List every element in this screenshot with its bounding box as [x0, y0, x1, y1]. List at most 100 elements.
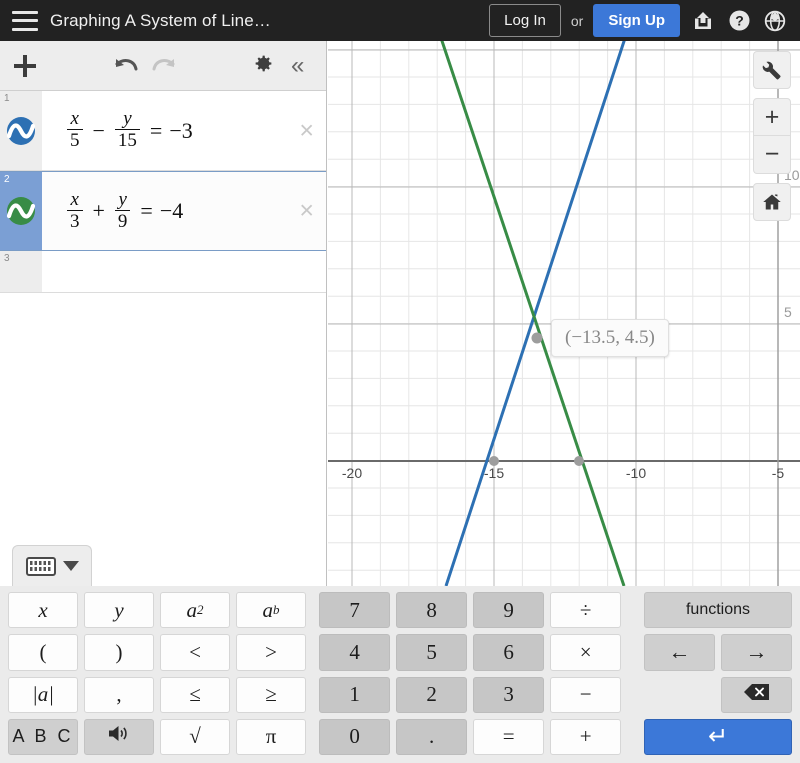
- key-4[interactable]: 4: [319, 634, 391, 671]
- key-pi[interactable]: π: [236, 718, 306, 755]
- expression-body-2[interactable]: x 3 + y 9 = −4 ×: [42, 172, 326, 250]
- page-title[interactable]: Graphing A System of Line…: [50, 11, 271, 31]
- share-icon[interactable]: [690, 8, 716, 34]
- hamburger-icon[interactable]: [12, 10, 38, 31]
- right-hand-side: −3: [169, 117, 193, 143]
- or-label: or: [570, 12, 584, 29]
- key-0[interactable]: 0: [319, 718, 391, 755]
- cursor-left-button[interactable]: ←: [644, 634, 715, 671]
- expression-body-1[interactable]: x 5 − y 15 = −3 ×: [42, 91, 326, 170]
- key-6[interactable]: 6: [473, 634, 545, 671]
- key-audio-trace[interactable]: [84, 718, 154, 755]
- key-decimal-point[interactable]: .: [396, 718, 468, 755]
- home-icon: [762, 192, 782, 212]
- operator-plus: +: [92, 198, 105, 223]
- expression-gutter-3[interactable]: 3: [0, 251, 42, 292]
- key-absolute-value[interactable]: |a|: [8, 676, 78, 713]
- collapse-panel-icon[interactable]: «: [291, 53, 304, 78]
- add-expression-button[interactable]: [12, 53, 38, 79]
- key-square-root[interactable]: √: [160, 718, 230, 755]
- key-close-paren[interactable]: ): [84, 634, 154, 671]
- key-less-equal[interactable]: ≤: [160, 676, 230, 713]
- fraction-numerator: y: [118, 188, 127, 210]
- expression-row-1[interactable]: 1 x 5 − y 15 = −3 ×: [0, 91, 326, 171]
- header-actions: Log In or Sign Up ?: [489, 0, 800, 41]
- backspace-button[interactable]: [721, 676, 792, 713]
- x-intercept-point-green: [574, 456, 584, 466]
- equals-sign: =: [140, 198, 153, 223]
- reset-zoom-button[interactable]: [753, 183, 791, 221]
- cursor-right-button[interactable]: →: [721, 634, 792, 671]
- fraction-numerator: x: [70, 108, 79, 130]
- key-multiply[interactable]: ×: [550, 634, 622, 671]
- fraction-y-over-9: y 9: [114, 188, 131, 233]
- enter-button[interactable]: ↵: [644, 718, 792, 755]
- fraction-denominator: 9: [114, 209, 131, 233]
- key-2[interactable]: 2: [396, 676, 468, 713]
- redo-icon[interactable]: [148, 51, 182, 81]
- expression-toolbar: «: [0, 41, 326, 91]
- equals-sign: =: [149, 117, 163, 143]
- key-open-paren[interactable]: (: [8, 634, 78, 671]
- desmos-calculator-app: Graphing A System of Line… Log In or Sig…: [0, 0, 800, 763]
- row-number-3: 3: [4, 253, 10, 264]
- keypad-columns: x y a2 ab ( ) < > |a| , ≤ ≥ A B C √ π 7 …: [0, 586, 800, 763]
- curve-style-icon[interactable]: [6, 116, 36, 146]
- minor-gridlines: [328, 41, 800, 586]
- key-divide[interactable]: ÷: [550, 592, 622, 629]
- row-number-1: 1: [4, 93, 10, 104]
- functions-button[interactable]: functions: [644, 592, 792, 629]
- login-button[interactable]: Log In: [489, 4, 561, 37]
- math-keypad: x y a2 ab ( ) < > |a| , ≤ ≥ A B C √ π 7 …: [0, 545, 800, 763]
- expression-gutter-1[interactable]: 1: [0, 91, 42, 170]
- curve-style-icon[interactable]: [6, 196, 36, 226]
- fraction-denominator: 5: [67, 129, 83, 152]
- expression-row-3[interactable]: 3: [0, 251, 326, 293]
- key-plus[interactable]: +: [550, 718, 622, 755]
- key-minus[interactable]: −: [550, 676, 622, 713]
- keyboard-toggle-tab[interactable]: [12, 545, 92, 586]
- key-abc[interactable]: A B C: [8, 718, 78, 755]
- graph-canvas[interactable]: -20 -15 -10 -5 10 5 (−13.5, 4.5) + −: [328, 41, 800, 586]
- key-a-power-b[interactable]: ab: [236, 592, 306, 629]
- zoom-out-button[interactable]: −: [753, 136, 791, 174]
- globe-icon[interactable]: [762, 8, 788, 34]
- graph-controls: + −: [753, 51, 791, 221]
- key-less-than[interactable]: <: [160, 634, 230, 671]
- wrench-icon: [762, 60, 782, 80]
- key-3[interactable]: 3: [473, 676, 545, 713]
- expression-list: 1 x 5 − y 15 = −3 × 2 x 3 + y 9 = −4 × 3: [0, 91, 326, 293]
- delete-expression-icon[interactable]: ×: [299, 118, 314, 143]
- expression-body-3[interactable]: [42, 251, 326, 292]
- key-comma[interactable]: ,: [84, 676, 154, 713]
- key-y[interactable]: y: [84, 592, 154, 629]
- graph-settings-button[interactable]: [753, 51, 791, 89]
- undo-icon[interactable]: [108, 51, 142, 81]
- key-a-squared[interactable]: a2: [160, 592, 230, 629]
- gear-icon[interactable]: [253, 53, 274, 79]
- key-greater-than[interactable]: >: [236, 634, 306, 671]
- signup-button[interactable]: Sign Up: [593, 4, 680, 37]
- key-equals[interactable]: =: [473, 718, 545, 755]
- key-1[interactable]: 1: [319, 676, 391, 713]
- app-header: Graphing A System of Line… Log In or Sig…: [0, 0, 800, 41]
- intersection-tooltip: (−13.5, 4.5): [551, 319, 669, 357]
- key-9[interactable]: 9: [473, 592, 545, 629]
- key-7[interactable]: 7: [319, 592, 391, 629]
- enter-icon: ↵: [707, 724, 729, 751]
- keypad-symbols-section: x y a2 ab ( ) < > |a| , ≤ ≥ A B C √ π: [8, 592, 306, 755]
- key-x[interactable]: x: [8, 592, 78, 629]
- key-greater-equal[interactable]: ≥: [236, 676, 306, 713]
- keypad-actions-section: functions ← → ↵: [644, 592, 792, 755]
- expression-row-2[interactable]: 2 x 3 + y 9 = −4 ×: [0, 171, 326, 251]
- key-5[interactable]: 5: [396, 634, 468, 671]
- row-number-2: 2: [4, 174, 10, 185]
- delete-expression-icon[interactable]: ×: [299, 198, 314, 224]
- expression-gutter-2[interactable]: 2: [0, 172, 42, 250]
- keyboard-icon: [25, 556, 56, 576]
- caret-down-icon: [62, 561, 79, 571]
- help-icon[interactable]: ?: [726, 8, 752, 34]
- key-8[interactable]: 8: [396, 592, 468, 629]
- right-hand-side: −4: [159, 198, 184, 223]
- zoom-in-button[interactable]: +: [753, 98, 791, 136]
